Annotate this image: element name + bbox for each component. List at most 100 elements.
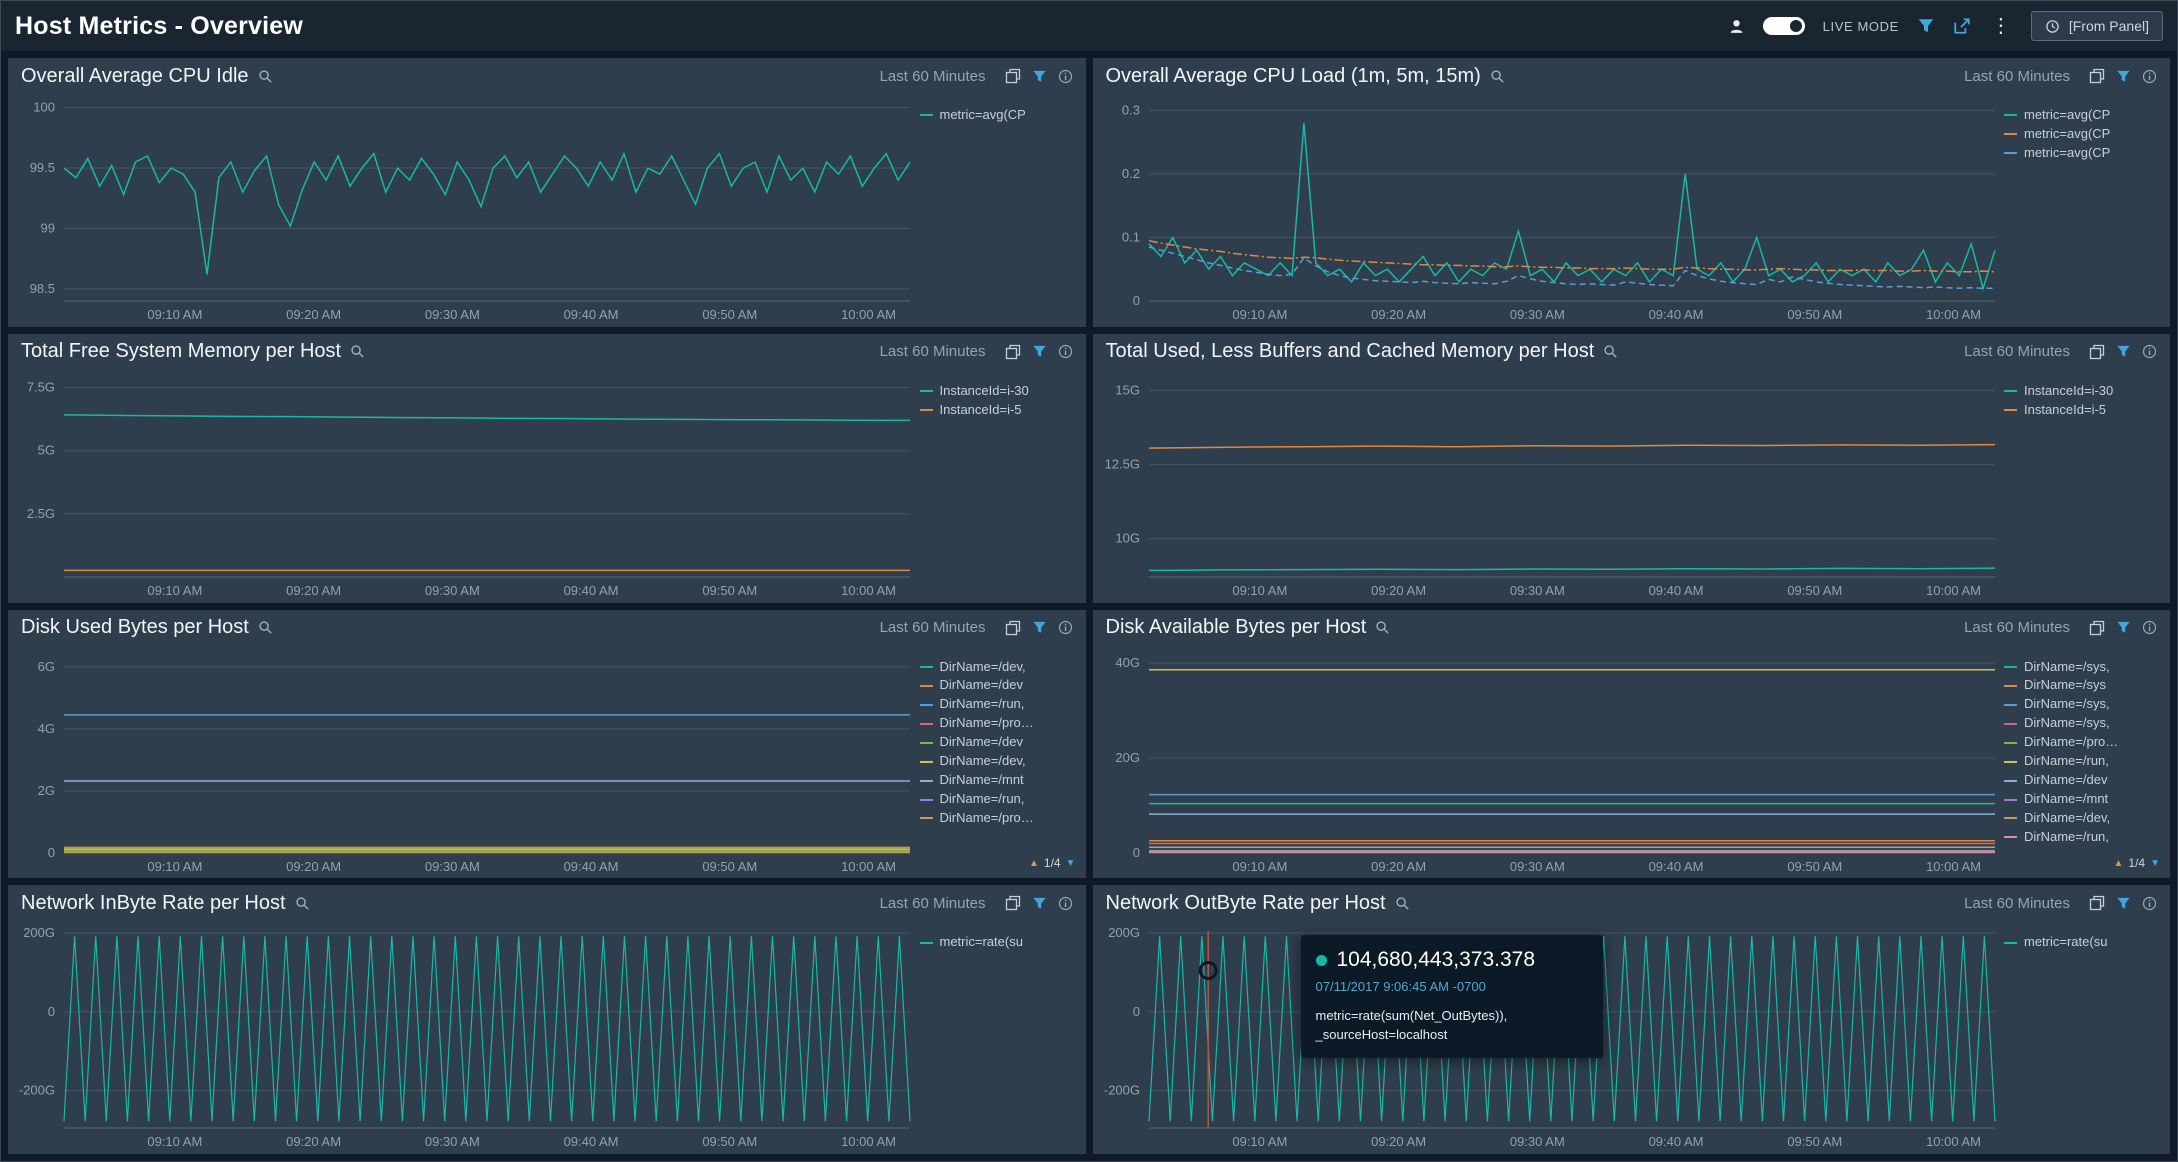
chart-free-memory[interactable]: 7.5G5G2.5G09:10 AM09:20 AM09:30 AM09:40 … xyxy=(8,370,918,603)
time-range-label[interactable]: Last 60 Minutes xyxy=(880,68,986,85)
legend-page-up-icon[interactable]: ▲ xyxy=(2114,858,2124,869)
info-icon[interactable] xyxy=(2142,69,2157,84)
filter-icon[interactable] xyxy=(2116,344,2131,359)
info-icon[interactable] xyxy=(2142,620,2157,635)
legend-page-down-icon[interactable]: ▼ xyxy=(2150,858,2160,869)
legend-item[interactable]: DirName=/pro… xyxy=(920,716,1076,731)
svg-text:09:30 AM: 09:30 AM xyxy=(425,859,480,874)
info-icon[interactable] xyxy=(1058,344,1073,359)
time-range-label[interactable]: Last 60 Minutes xyxy=(880,895,986,912)
time-range-label[interactable]: Last 60 Minutes xyxy=(880,343,986,360)
legend-item[interactable]: DirName=/pro… xyxy=(920,811,1076,826)
legend-item[interactable]: DirName=/dev xyxy=(920,735,1076,750)
from-panel-button[interactable]: [From Panel] xyxy=(2031,11,2163,41)
copy-panel-icon[interactable] xyxy=(2089,344,2105,360)
filter-icon[interactable] xyxy=(2116,896,2131,911)
magnifier-icon[interactable] xyxy=(258,69,273,84)
time-range-label[interactable]: Last 60 Minutes xyxy=(1964,343,2070,360)
svg-text:0.2: 0.2 xyxy=(1121,166,1139,181)
share-icon[interactable] xyxy=(1953,17,1971,35)
chart-cpu-load[interactable]: 0.30.20.1009:10 AM09:20 AM09:30 AM09:40 … xyxy=(1093,94,2003,327)
time-range-label[interactable]: Last 60 Minutes xyxy=(1964,895,2070,912)
magnifier-icon[interactable] xyxy=(1603,344,1618,359)
info-icon[interactable] xyxy=(1058,620,1073,635)
legend-item[interactable]: DirName=/dev, xyxy=(920,754,1076,769)
legend-item[interactable]: metric=rate(su xyxy=(920,935,1076,950)
svg-text:09:40 AM: 09:40 AM xyxy=(1648,859,1703,874)
info-icon[interactable] xyxy=(2142,344,2157,359)
legend-item[interactable]: DirName=/dev xyxy=(2004,773,2160,788)
legend-item[interactable]: InstanceId=i-5 xyxy=(2004,403,2160,418)
copy-panel-icon[interactable] xyxy=(1005,620,1021,636)
legend-item[interactable]: DirName=/dev, xyxy=(920,660,1076,675)
legend-item[interactable]: DirName=/mnt xyxy=(920,773,1076,788)
legend-item[interactable]: metric=avg(CP xyxy=(2004,146,2160,161)
magnifier-icon[interactable] xyxy=(350,344,365,359)
copy-panel-icon[interactable] xyxy=(2089,895,2105,911)
user-icon[interactable] xyxy=(1728,18,1745,35)
filter-icon[interactable] xyxy=(1032,620,1047,635)
legend-item[interactable]: DirName=/dev xyxy=(920,678,1076,693)
magnifier-icon[interactable] xyxy=(1375,620,1390,635)
info-icon[interactable] xyxy=(1058,896,1073,911)
filter-icon[interactable] xyxy=(1032,69,1047,84)
filter-icon[interactable] xyxy=(2116,620,2131,635)
more-options-icon[interactable]: ⋮ xyxy=(1989,16,2013,36)
copy-panel-icon[interactable] xyxy=(2089,620,2105,636)
legend-item[interactable]: InstanceId=i-5 xyxy=(920,403,1076,418)
magnifier-icon[interactable] xyxy=(295,896,310,911)
chart-cpu-idle[interactable]: 10099.59998.509:10 AM09:20 AM09:30 AM09:… xyxy=(8,94,918,327)
legend-swatch xyxy=(920,780,933,782)
chart-canvas[interactable]: 0.30.20.1009:10 AM09:20 AM09:30 AM09:40 … xyxy=(1093,94,2003,327)
legend-item[interactable]: metric=avg(CP xyxy=(2004,108,2160,123)
copy-panel-icon[interactable] xyxy=(1005,68,1021,84)
legend-item[interactable]: DirName=/sys, xyxy=(2004,697,2160,712)
live-mode-toggle[interactable] xyxy=(1763,17,1805,35)
chart-canvas[interactable]: 200G0-200G09:10 AM09:20 AM09:30 AM09:40 … xyxy=(8,921,918,1154)
legend-item[interactable]: DirName=/run, xyxy=(920,697,1076,712)
copy-panel-icon[interactable] xyxy=(1005,344,1021,360)
filter-icon[interactable] xyxy=(1032,344,1047,359)
legend-item[interactable]: DirName=/sys, xyxy=(2004,716,2160,731)
chart-canvas[interactable]: 15G12.5G10G09:10 AM09:20 AM09:30 AM09:40… xyxy=(1093,370,2003,603)
legend-page-down-icon[interactable]: ▼ xyxy=(1066,858,1076,869)
legend-item[interactable]: DirName=/run, xyxy=(920,792,1076,807)
chart-canvas[interactable]: 7.5G5G2.5G09:10 AM09:20 AM09:30 AM09:40 … xyxy=(8,370,918,603)
filter-icon[interactable] xyxy=(1032,896,1047,911)
time-range-label[interactable]: Last 60 Minutes xyxy=(1964,619,2070,636)
time-range-label[interactable]: Last 60 Minutes xyxy=(880,619,986,636)
legend-item[interactable]: DirName=/run, xyxy=(2004,754,2160,769)
legend-page-up-icon[interactable]: ▲ xyxy=(1029,858,1039,869)
legend-swatch xyxy=(2004,942,2017,944)
legend-item[interactable]: DirName=/run, xyxy=(2004,830,2160,845)
magnifier-icon[interactable] xyxy=(1490,69,1505,84)
info-icon[interactable] xyxy=(1058,69,1073,84)
filter-icon[interactable] xyxy=(1917,17,1935,35)
legend-item[interactable]: InstanceId=i-30 xyxy=(920,384,1076,399)
legend-item[interactable]: InstanceId=i-30 xyxy=(2004,384,2160,399)
chart-canvas[interactable]: 40G20G009:10 AM09:20 AM09:30 AM09:40 AM0… xyxy=(1093,646,2003,879)
filter-icon[interactable] xyxy=(2116,69,2131,84)
svg-text:6G: 6G xyxy=(38,658,55,673)
legend-item[interactable]: DirName=/mnt xyxy=(2004,792,2160,807)
chart-used-memory[interactable]: 15G12.5G10G09:10 AM09:20 AM09:30 AM09:40… xyxy=(1093,370,2003,603)
legend-item[interactable]: metric=avg(CP xyxy=(2004,127,2160,142)
legend-item[interactable]: metric=avg(CP xyxy=(920,108,1076,123)
legend-item[interactable]: DirName=/sys, xyxy=(2004,660,2160,675)
magnifier-icon[interactable] xyxy=(1395,896,1410,911)
legend-item[interactable]: DirName=/sys xyxy=(2004,678,2160,693)
copy-panel-icon[interactable] xyxy=(2089,68,2105,84)
time-range-label[interactable]: Last 60 Minutes xyxy=(1964,68,2070,85)
info-icon[interactable] xyxy=(2142,896,2157,911)
svg-text:09:10 AM: 09:10 AM xyxy=(1232,1134,1287,1149)
legend-item[interactable]: metric=rate(su xyxy=(2004,935,2160,950)
chart-disk-available[interactable]: 40G20G009:10 AM09:20 AM09:30 AM09:40 AM0… xyxy=(1093,646,2003,879)
magnifier-icon[interactable] xyxy=(258,620,273,635)
chart-disk-used[interactable]: 6G4G2G009:10 AM09:20 AM09:30 AM09:40 AM0… xyxy=(8,646,918,879)
copy-panel-icon[interactable] xyxy=(1005,895,1021,911)
legend-item[interactable]: DirName=/dev, xyxy=(2004,811,2160,826)
chart-network-in[interactable]: 200G0-200G09:10 AM09:20 AM09:30 AM09:40 … xyxy=(8,921,918,1154)
chart-canvas[interactable]: 10099.59998.509:10 AM09:20 AM09:30 AM09:… xyxy=(8,94,918,327)
chart-canvas[interactable]: 6G4G2G009:10 AM09:20 AM09:30 AM09:40 AM0… xyxy=(8,646,918,879)
legend-item[interactable]: DirName=/pro… xyxy=(2004,735,2160,750)
